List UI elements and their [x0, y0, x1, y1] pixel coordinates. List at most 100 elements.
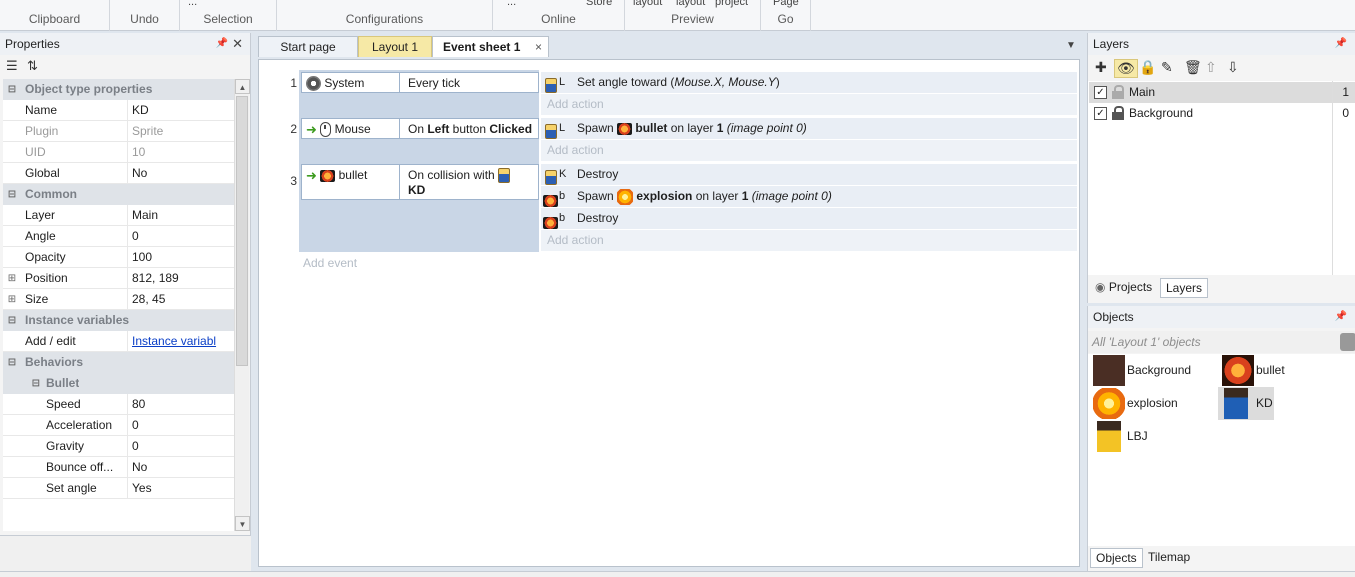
condition[interactable]: ➜ bullet On collision with KD — [301, 164, 539, 200]
object-item-kd[interactable]: KD — [1218, 387, 1274, 420]
object-item-bullet[interactable]: bullet — [1218, 354, 1314, 387]
object-item-explosion[interactable]: explosion — [1089, 387, 1214, 420]
move-up-icon[interactable]: ⇧ — [1205, 59, 1217, 76]
scroll-up-icon[interactable]: ▲ — [235, 79, 250, 94]
property-value[interactable]: Yes — [128, 478, 234, 498]
property-value[interactable]: Sprite — [128, 121, 234, 141]
property-category[interactable]: ⊟ Behaviors — [3, 352, 234, 373]
add-action-link[interactable]: Add action — [541, 94, 1077, 115]
property-value[interactable]: 0 — [128, 415, 234, 435]
event-row[interactable]: System Every tick L Set angle toward (Mo… — [299, 70, 1079, 116]
move-down-icon[interactable]: ⇩ — [1227, 59, 1239, 76]
layer-visible-checkbox[interactable]: ✓ — [1094, 107, 1107, 120]
property-value[interactable]: KD — [128, 100, 234, 120]
ribbon-group-online[interactable]: ... Store Online — [493, 0, 625, 31]
condition[interactable]: ➜ Mouse On Left button Clicked — [301, 118, 539, 139]
close-icon[interactable]: ✕ — [232, 33, 243, 55]
edit-pencil-icon[interactable]: ✎ — [1161, 59, 1173, 76]
visibility-eye-icon[interactable]: 👁 — [1114, 59, 1138, 78]
layer-item-main[interactable]: ✓ Main 1 — [1089, 82, 1355, 103]
property-row[interactable]: Set angle Yes — [3, 478, 234, 499]
property-value[interactable]: 0 — [128, 436, 234, 456]
ribbon-group-configurations[interactable]: Configurations — [277, 0, 493, 31]
sort-alpha-icon[interactable]: ⇅ — [27, 58, 38, 74]
ribbon-group-clipboard[interactable]: Clipboard — [0, 0, 110, 31]
property-category[interactable]: ⊟ Object type properties — [3, 79, 234, 100]
pin-icon[interactable]: 📌 — [216, 33, 228, 55]
property-value[interactable]: 812, 189 — [128, 268, 234, 288]
ribbon-group-preview[interactable]: layout layout project Preview — [625, 0, 761, 31]
instance-variables-link[interactable]: Instance variabl — [128, 331, 234, 351]
property-row[interactable]: Layer Main — [3, 205, 234, 226]
unlocked-icon[interactable] — [1112, 85, 1124, 99]
action[interactable]: L Set angle toward (Mouse.X, Mouse.Y) — [541, 72, 1077, 94]
action[interactable]: L Spawn bullet on layer 1 (image point 0… — [541, 118, 1077, 140]
close-tab-icon[interactable]: × — [535, 37, 542, 57]
scroll-down-icon[interactable]: ▼ — [235, 516, 250, 531]
expand-toggle-icon[interactable]: ⊞ — [3, 289, 21, 309]
event-row[interactable]: ➜ bullet On collision with KD K Destroy … — [299, 162, 1079, 252]
layer-item-background[interactable]: ✓ Background 0 — [1089, 103, 1355, 124]
tab-projects[interactable]: ◉ Projects — [1090, 278, 1157, 298]
property-row[interactable]: Gravity 0 — [3, 436, 234, 457]
add-layer-icon[interactable]: ✚ — [1095, 59, 1107, 76]
property-row[interactable]: ⊞ Position 812, 189 — [3, 268, 234, 289]
ribbon-group-undo[interactable]: Undo — [110, 0, 180, 31]
property-row[interactable]: Angle 0 — [3, 226, 234, 247]
pin-icon[interactable]: 📌 — [1335, 33, 1347, 55]
condition[interactable]: System Every tick — [301, 72, 539, 93]
expand-toggle-icon[interactable]: ⊟ — [3, 184, 21, 204]
action[interactable]: K Destroy — [541, 164, 1077, 186]
property-value[interactable]: No — [128, 457, 234, 477]
expand-toggle-icon[interactable]: ⊟ — [3, 352, 21, 372]
property-value[interactable]: Main — [128, 205, 234, 225]
tab-layout-1[interactable]: Layout 1 — [358, 36, 432, 57]
action[interactable]: b Destroy — [541, 208, 1077, 229]
tab-layers[interactable]: Layers — [1160, 278, 1209, 298]
property-value[interactable]: 28, 45 — [128, 289, 234, 309]
property-category[interactable]: ⊟ Bullet — [3, 373, 234, 394]
property-row[interactable]: Global No — [3, 163, 234, 184]
property-row[interactable]: Plugin Sprite — [3, 121, 234, 142]
expand-toggle-icon[interactable]: ⊟ — [3, 310, 21, 330]
tab-dropdown-icon[interactable]: ▼ — [1066, 40, 1076, 51]
locked-icon[interactable] — [1112, 106, 1124, 120]
property-row[interactable]: Name KD — [3, 100, 234, 121]
property-category[interactable]: ⊟ Instance variables — [3, 310, 234, 331]
expand-toggle-icon[interactable]: ⊞ — [3, 268, 21, 288]
categorized-icon[interactable]: ☰ — [6, 58, 18, 74]
property-row[interactable]: Add / edit Instance variabl — [3, 331, 234, 352]
action[interactable]: b Spawn explosion on layer 1 (image poin… — [541, 186, 1077, 207]
tab-event-sheet-1[interactable]: Event sheet 1 × — [432, 36, 549, 57]
property-value[interactable]: 100 — [128, 247, 234, 267]
pin-icon[interactable]: 📌 — [1335, 306, 1347, 328]
expand-toggle-icon[interactable]: ⊟ — [3, 373, 42, 393]
add-action-link[interactable]: Add action — [541, 140, 1077, 161]
property-value[interactable]: No — [128, 163, 234, 183]
object-item-background[interactable]: Background — [1089, 354, 1214, 387]
object-item-lbj[interactable]: LBJ — [1089, 420, 1169, 453]
add-event-link[interactable]: Add event — [303, 256, 357, 270]
add-action-link[interactable]: Add action — [541, 230, 1077, 251]
filter-up-icon[interactable] — [1340, 333, 1355, 351]
tab-objects[interactable]: Objects — [1090, 548, 1143, 568]
property-value[interactable]: 10 — [128, 142, 234, 162]
expand-toggle-icon[interactable]: ⊟ — [3, 79, 21, 99]
property-row[interactable]: ⊞ Size 28, 45 — [3, 289, 234, 310]
property-value[interactable]: 0 — [128, 226, 234, 246]
scroll-thumb[interactable] — [236, 96, 248, 366]
tab-tilemap[interactable]: Tilemap — [1143, 548, 1195, 568]
property-row[interactable]: Acceleration 0 — [3, 415, 234, 436]
layer-visible-checkbox[interactable]: ✓ — [1094, 86, 1107, 99]
ribbon-group-go[interactable]: Page Go — [761, 0, 811, 31]
property-row[interactable]: Bounce off... No — [3, 457, 234, 478]
property-row[interactable]: Opacity 100 — [3, 247, 234, 268]
property-category[interactable]: ⊟ Common — [3, 184, 234, 205]
ribbon-group-selection[interactable]: ... Selection — [180, 0, 277, 31]
property-scrollbar[interactable]: ▲ ▼ — [234, 79, 250, 531]
property-row[interactable]: UID 10 — [3, 142, 234, 163]
lock-icon[interactable]: 🔒 — [1139, 59, 1156, 76]
property-row[interactable]: Speed 80 — [3, 394, 234, 415]
event-row[interactable]: ➜ Mouse On Left button Clicked L Spawn b… — [299, 116, 1079, 162]
tab-start-page[interactable]: Start page — [258, 36, 358, 57]
